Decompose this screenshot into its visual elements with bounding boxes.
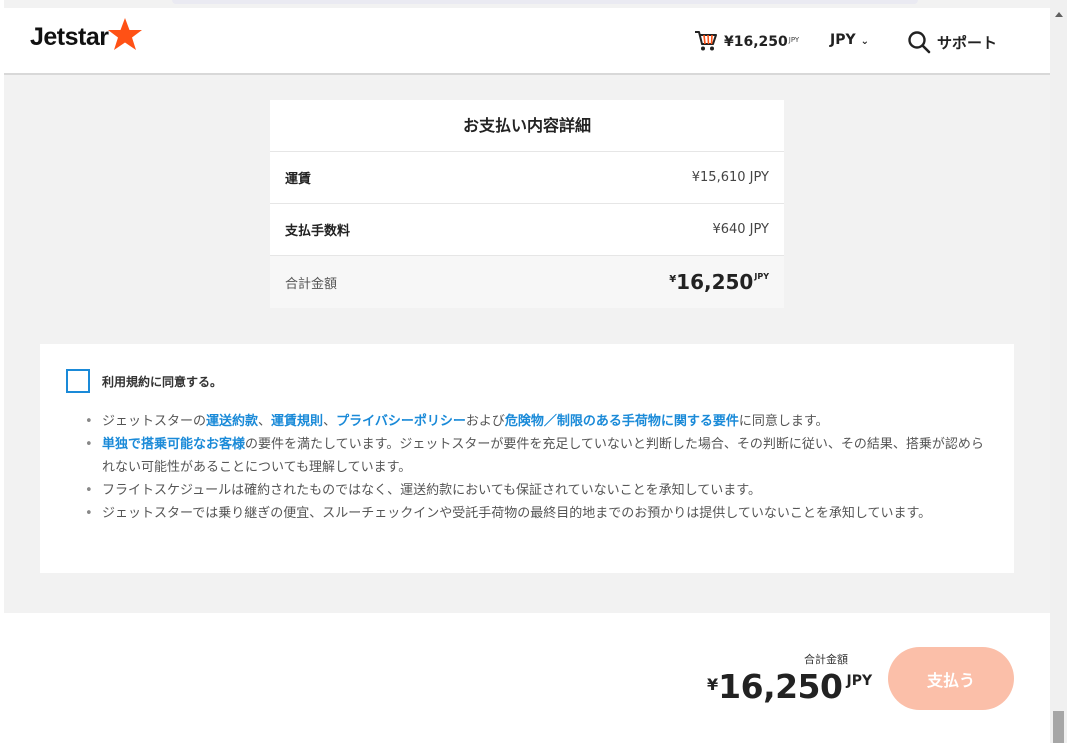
page-viewport: Jetstar ¥16,250 JPY JPY ⌄ サポート お支払い内容詳細 … [4,0,1050,743]
chevron-down-icon: ⌄ [860,35,869,47]
terms-text: 、 [323,414,337,429]
cart-button[interactable]: ¥16,250 JPY [694,30,799,52]
terms-text: 、 [258,414,272,429]
support-label: サポート [937,33,998,52]
top-bar-remnant [172,0,918,4]
summary-row-fare: 運賃 ¥15,610 JPY [270,152,784,204]
summary-row-total: 合計金額 ¥ 16,250 JPY [270,256,784,308]
pay-button[interactable]: 支払う [888,647,1014,710]
footer-yen-symbol: ¥ [707,675,719,694]
fee-value: ¥640 JPY [712,222,769,237]
terms-checkbox[interactable] [66,369,90,393]
terms-text: に同意します。 [738,414,829,429]
fare-label: 運賃 [285,172,312,187]
terms-panel: 利用規約に同意する。 ジェットスターの運送約款、運賃規則、プライバシーポリシーお… [40,344,1014,573]
support-link[interactable]: サポート [907,30,997,54]
scrollbar-thumb[interactable] [1053,711,1064,743]
window-right-edge [1067,0,1081,743]
terms-item-2: 単独で搭乗可能なお客様の要件を満たしています。ジェットスターが要件を充足していな… [85,433,988,479]
total-amount: 16,250 [676,270,754,294]
total-value: ¥ 16,250 JPY [669,270,769,294]
logo-text: Jetstar [30,22,109,51]
terms-text: ジェットスターの [102,414,207,429]
terms-agree-label[interactable]: 利用規約に同意する。 [102,373,222,390]
summary-row-fee: 支払手数料 ¥640 JPY [270,204,784,256]
conditions-of-carriage-link[interactable]: 運送約款 [206,414,258,429]
payment-summary: お支払い内容詳細 運賃 ¥15,610 JPY 支払手数料 ¥640 JPY 合… [270,100,784,308]
terms-text: および [465,414,505,429]
total-yen-symbol: ¥ [669,274,677,285]
footer-total-label: 合計金額 [804,653,848,666]
total-label: 合計金額 [285,276,338,292]
footer-amount-value: 16,250 [718,667,843,706]
total-currency: JPY [754,272,769,281]
terms-list: ジェットスターの運送約款、運賃規則、プライバシーポリシーおよび危険物／制限のある… [85,410,988,525]
search-icon [908,31,931,54]
footer-currency: JPY [846,673,873,689]
checkout-footer: 合計金額 ¥ 16,250 JPY 支払う [4,613,1050,743]
cart-icon [695,31,717,51]
star-icon [107,18,142,50]
scroll-up-arrow-icon[interactable] [1055,12,1063,17]
terms-agree-row[interactable]: 利用規約に同意する。 [66,369,988,393]
fare-value: ¥15,610 JPY [691,170,769,185]
jetstar-logo[interactable]: Jetstar [30,18,143,52]
site-header: Jetstar ¥16,250 JPY JPY ⌄ サポート [4,8,1050,75]
unaccompanied-passenger-link[interactable]: 単独で搭乗可能なお客様 [102,437,245,452]
currency-selector[interactable]: JPY ⌄ [830,32,869,48]
footer-total-amount: ¥ 16,250 JPY [707,667,872,706]
terms-item-3: フライトスケジュールは確約されたものではなく、運送約款においても保証されていない… [85,479,988,502]
cart-currency: JPY [788,36,800,44]
summary-title: お支払い内容詳細 [270,100,784,152]
cart-amount: ¥16,250 [724,34,788,50]
fee-label: 支払手数料 [285,224,351,239]
vertical-scrollbar[interactable] [1050,0,1067,743]
terms-item-1: ジェットスターの運送約款、運賃規則、プライバシーポリシーおよび危険物／制限のある… [85,410,988,433]
dangerous-goods-link[interactable]: 危険物／制限のある手荷物に関する要件 [505,414,739,429]
privacy-policy-link[interactable]: プライバシーポリシー [336,414,466,429]
terms-item-4: ジェットスターでは乗り継ぎの便宜、スルーチェックインや受託手荷物の最終目的地まで… [85,502,988,525]
fare-rules-link[interactable]: 運賃規則 [271,414,323,429]
currency-label: JPY [830,32,856,48]
